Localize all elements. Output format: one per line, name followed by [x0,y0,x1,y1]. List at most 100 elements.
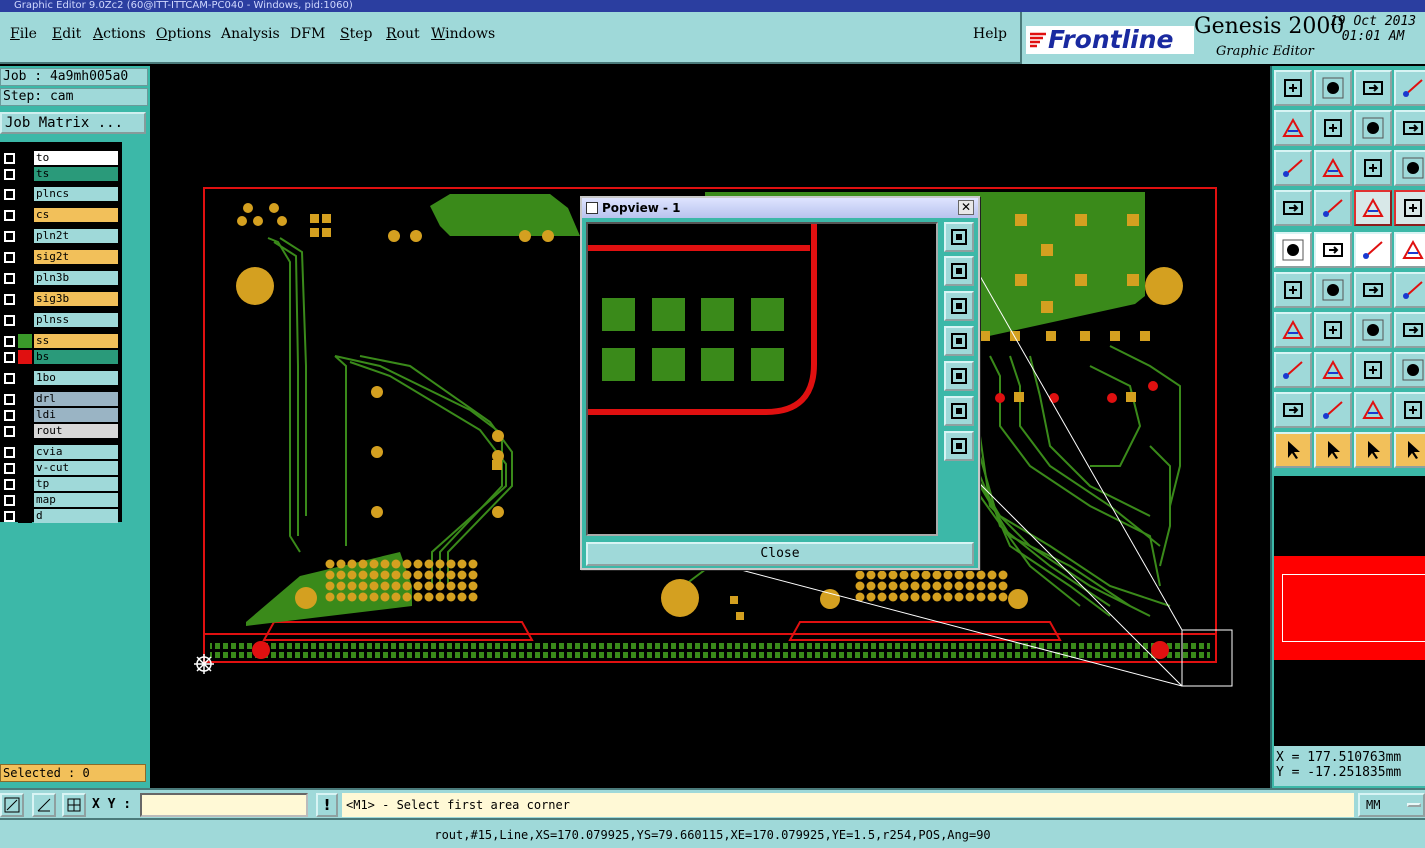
layer-checkbox[interactable] [4,169,15,180]
layer-row-cvia[interactable]: cvia [0,444,120,460]
layer-checkbox[interactable] [4,479,15,490]
popview-zoom-window-button[interactable] [944,222,974,252]
menu-edit[interactable]: Edit [52,26,81,42]
layer-row-plnss[interactable]: plnss [0,312,120,328]
layer-row-ts[interactable]: ts [0,166,120,182]
tool-tri-button[interactable] [1274,392,1312,428]
layer-checkbox[interactable] [4,315,15,326]
popview-titlebar[interactable]: Popview - 1 ✕ [582,198,978,218]
tool-export-button[interactable] [1274,70,1312,106]
layer-row-v-cut[interactable]: v-cut [0,460,120,476]
layer-row-rout[interactable]: rout [0,423,120,439]
xy-input[interactable] [140,793,308,817]
tool-net2-button[interactable] [1394,190,1425,226]
tool-center-button[interactable] [1314,150,1352,186]
layer-row-sig2t[interactable]: sig2t [0,249,120,265]
layer-checkbox[interactable] [4,495,15,506]
tool-tri3-button[interactable] [1354,392,1392,428]
measure-button[interactable] [32,793,56,817]
tool-scale-button[interactable] [1354,150,1392,186]
popview-zoom-out-button[interactable] [944,291,974,321]
menu-rout[interactable]: Rout [386,26,420,42]
layer-row-1bo[interactable]: 1bo [0,370,120,386]
popview-close-button[interactable]: Close [586,542,974,566]
tool-select2-button[interactable] [1314,432,1352,468]
tool-fit-button[interactable] [1274,150,1312,186]
menu-analysis[interactable]: Analysis [221,26,280,42]
layer-checkbox[interactable] [4,447,15,458]
tool-tools-button[interactable] [1274,190,1312,226]
tool-tri4-button[interactable] [1394,392,1425,428]
tool-help-button[interactable] [1394,150,1425,186]
layer-checkbox[interactable] [4,294,15,305]
tool-probe-button[interactable] [1314,190,1352,226]
layer-checkbox[interactable] [4,231,15,242]
tool-right-button[interactable] [1314,110,1352,146]
grid-button[interactable] [62,793,86,817]
menu-actions[interactable]: Actions [93,26,146,42]
snap-button[interactable] [0,793,24,817]
menu-help[interactable]: Help [973,26,1007,42]
layer-row-cs[interactable]: cs [0,207,120,223]
tool-layers-button[interactable] [1394,70,1425,106]
popview-pan-right-button[interactable] [944,361,974,391]
layer-checkbox[interactable] [4,189,15,200]
layer-checkbox[interactable] [4,410,15,421]
layer-row-drl[interactable]: drl [0,391,120,407]
tool-chain-button[interactable] [1394,312,1425,348]
tool-select3-button[interactable] [1354,432,1392,468]
tool-select4-button[interactable] [1394,432,1425,468]
tool-move2-button[interactable] [1394,272,1425,308]
layer-row-plncs[interactable]: plncs [0,186,120,202]
tool-circle-button[interactable] [1394,232,1425,268]
units-selector[interactable]: MM [1358,793,1425,817]
layer-checkbox[interactable] [4,426,15,437]
layer-checkbox[interactable] [4,463,15,474]
popview-close-x[interactable]: ✕ [958,200,974,215]
layer-checkbox[interactable] [4,394,15,405]
layer-row-to[interactable]: to [0,150,120,166]
warning-button[interactable]: ! [316,793,338,817]
tool-select-button[interactable] [1274,432,1312,468]
layer-checkbox[interactable] [4,153,15,164]
tool-flip-button[interactable] [1354,110,1392,146]
layer-row-sig3b[interactable]: sig3b [0,291,120,307]
layer-row-pln2t[interactable]: pln2t [0,228,120,244]
popview-fit-button[interactable] [944,396,974,426]
layer-checkbox[interactable] [4,273,15,284]
tool-shape-button[interactable] [1394,352,1425,388]
menu-windows[interactable]: Windows [431,26,495,42]
layer-checkbox[interactable] [4,210,15,221]
layer-row-map[interactable]: map [0,492,120,508]
menu-dfm[interactable]: DFM [290,26,325,42]
popview-pan-left-button[interactable] [944,326,974,356]
tool-line-button[interactable] [1314,352,1352,388]
popview-viewport[interactable] [586,222,938,536]
menu-step[interactable]: Step [340,26,372,42]
tool-move-button[interactable] [1354,272,1392,308]
tool-ruler-button[interactable] [1354,232,1392,268]
tool-align-button[interactable] [1394,110,1425,146]
overview-map[interactable] [1274,556,1425,660]
popview-zoom-in-button[interactable] [944,256,974,286]
tool-arc-button[interactable] [1354,312,1392,348]
tool-net-button[interactable] [1354,190,1392,226]
tool-left-button[interactable] [1274,110,1312,146]
layer-row-ss[interactable]: ss [0,333,120,349]
layer-checkbox[interactable] [4,352,15,363]
layer-row-pln3b[interactable]: pln3b [0,270,120,286]
layer-row-tp[interactable]: tp [0,476,120,492]
job-matrix-button[interactable]: Job Matrix ... [0,112,146,134]
tool-node-button[interactable] [1274,272,1312,308]
tool-mirror-button[interactable] [1354,352,1392,388]
layer-checkbox[interactable] [4,511,15,522]
menu-options[interactable]: Options [156,26,211,42]
tool-edge-button[interactable] [1274,312,1312,348]
layer-checkbox[interactable] [4,252,15,263]
tool-import-button[interactable] [1314,70,1352,106]
tool-tri2-button[interactable] [1314,392,1352,428]
layer-row-d[interactable]: d [0,508,120,524]
tool-angle-button[interactable] [1314,232,1352,268]
layer-row-ldi[interactable]: ldi [0,407,120,423]
tool-dot-button[interactable] [1274,232,1312,268]
